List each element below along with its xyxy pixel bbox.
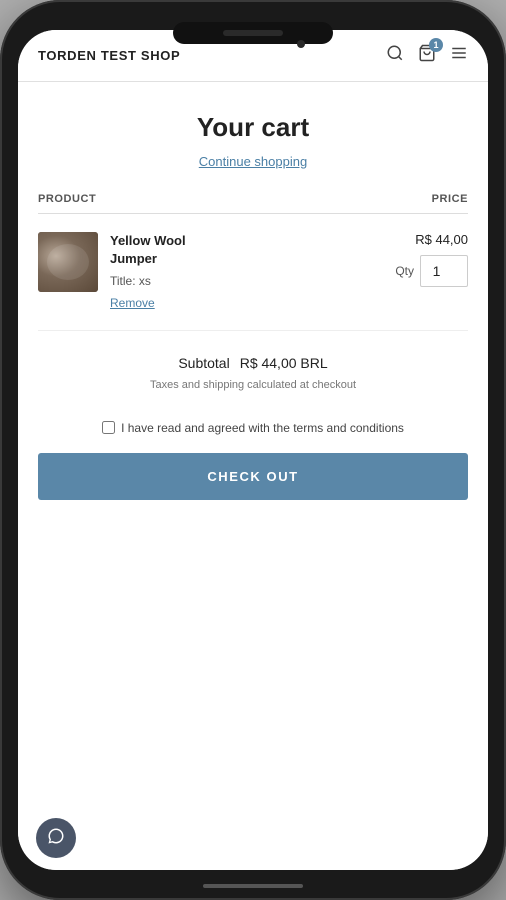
page-title: Your cart bbox=[38, 112, 468, 143]
subtotal-value: R$ 44,00 BRL bbox=[240, 355, 328, 371]
product-name: Yellow Wool Jumper bbox=[110, 232, 186, 268]
store-logo: TORDEN TEST SHOP bbox=[38, 48, 180, 63]
page-content: Your cart Continue shopping PRODUCT PRIC… bbox=[18, 82, 488, 870]
continue-shopping-button[interactable]: Continue shopping bbox=[199, 154, 307, 169]
phone-camera bbox=[297, 40, 305, 48]
home-indicator bbox=[203, 884, 303, 888]
taxes-note: Taxes and shipping calculated at checkou… bbox=[38, 379, 468, 391]
remove-button[interactable]: Remove bbox=[110, 296, 155, 310]
chat-icon bbox=[47, 827, 65, 850]
col-header-price: PRICE bbox=[432, 193, 468, 205]
cart-header-row: PRODUCT PRICE bbox=[38, 185, 468, 214]
subtotal-row: Subtotal R$ 44,00 BRL bbox=[38, 355, 468, 371]
terms-row: I have read and agreed with the terms an… bbox=[18, 419, 488, 453]
terms-text: I have read and agreed with the terms an… bbox=[121, 419, 404, 437]
terms-checkbox[interactable] bbox=[102, 421, 115, 434]
cart-summary: Subtotal R$ 44,00 BRL Taxes and shipping… bbox=[18, 331, 488, 419]
menu-icon[interactable] bbox=[450, 44, 468, 67]
page-title-section: Your cart Continue shopping bbox=[18, 82, 488, 185]
item-price: R$ 44,00 bbox=[415, 232, 468, 247]
cart-icon[interactable]: 1 bbox=[418, 44, 436, 67]
chat-fab[interactable] bbox=[36, 818, 76, 858]
cart-item-row: Yellow Wool Jumper Title: xs Remove R$ 4… bbox=[38, 214, 468, 331]
product-thumbnail bbox=[38, 232, 98, 292]
phone-speaker bbox=[223, 30, 283, 36]
checkout-section: CHECK OUT bbox=[18, 453, 488, 524]
header-icons: 1 bbox=[386, 44, 468, 67]
qty-row: Qty bbox=[395, 255, 468, 287]
cart-item-right: R$ 44,00 Qty bbox=[395, 232, 468, 287]
subtotal-label: Subtotal bbox=[178, 355, 229, 371]
qty-input[interactable] bbox=[420, 255, 468, 287]
phone-top-bar bbox=[173, 22, 333, 44]
product-variant: Title: xs bbox=[110, 274, 186, 288]
cart-badge: 1 bbox=[429, 38, 443, 52]
phone-screen: TORDEN TEST SHOP 1 bbox=[18, 30, 488, 870]
qty-label: Qty bbox=[395, 264, 414, 278]
search-icon[interactable] bbox=[386, 44, 404, 67]
col-header-product: PRODUCT bbox=[38, 193, 96, 205]
cart-item-left: Yellow Wool Jumper Title: xs Remove bbox=[38, 232, 186, 312]
phone-shell: TORDEN TEST SHOP 1 bbox=[0, 0, 506, 900]
cart-item-details: Yellow Wool Jumper Title: xs Remove bbox=[110, 232, 186, 312]
cart-table: PRODUCT PRICE Yellow Wool Jumper bbox=[18, 185, 488, 331]
checkout-button[interactable]: CHECK OUT bbox=[38, 453, 468, 500]
product-thumb-image bbox=[38, 232, 98, 292]
